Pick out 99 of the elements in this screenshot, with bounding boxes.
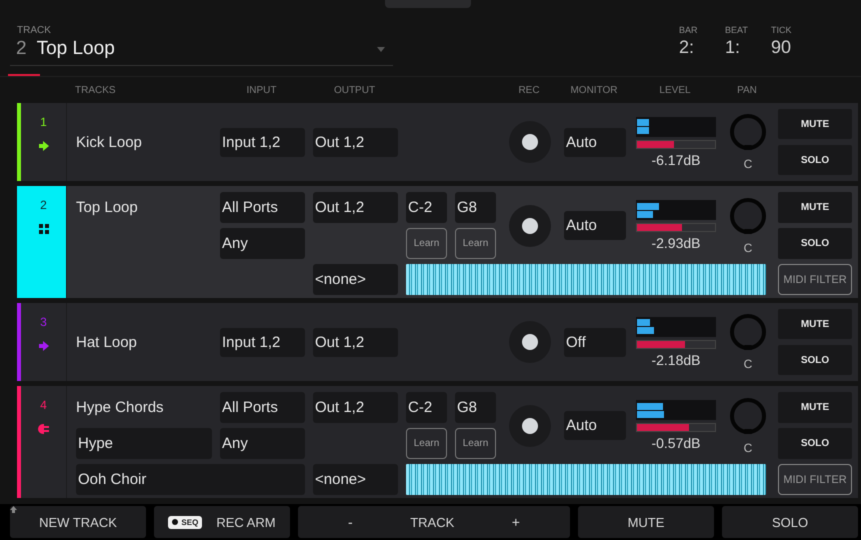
piano-keyboard-drawing[interactable] [406, 264, 766, 295]
grid-icon [38, 224, 48, 234]
solo-all-button[interactable]: SOLO [722, 506, 858, 538]
track-number: 2 [40, 198, 47, 212]
track-name: Hype Chords [76, 398, 165, 418]
volume-fader[interactable] [636, 340, 716, 348]
midi-filter-button[interactable]: MIDI FILTER [778, 264, 852, 295]
monitor-field[interactable]: Auto [564, 211, 626, 240]
column-header: OUTPUT [332, 84, 376, 96]
position-value: 90 [771, 37, 792, 58]
track-number: 4 [40, 398, 47, 412]
record-arm-button[interactable] [509, 321, 551, 363]
volume-fader[interactable] [636, 223, 716, 232]
record-arm-button[interactable] [509, 204, 551, 246]
pan-value: C [744, 357, 752, 371]
record-arm-button[interactable] [509, 404, 551, 446]
column-header: TRACKS [75, 84, 117, 96]
track-name: Kick Loop [76, 134, 143, 150]
track-number: 3 [40, 315, 47, 329]
monitor-field[interactable]: Off [564, 328, 626, 356]
input-field[interactable]: Input 1,2 [220, 328, 305, 356]
piano-keyboard-drawing[interactable] [406, 464, 766, 495]
pan-value: C [744, 240, 752, 254]
volume-fader[interactable] [636, 423, 716, 432]
solo-button[interactable]: SOLO [778, 345, 852, 375]
mute-button[interactable]: MUTE [778, 192, 852, 223]
learn-button[interactable]: Learn [455, 228, 496, 259]
input-field[interactable]: Input 1,2 [220, 128, 305, 156]
record-arm-button[interactable] [509, 121, 551, 163]
mute-all-button[interactable]: MUTE [578, 506, 714, 538]
pan-knob[interactable] [729, 196, 767, 234]
solo-button[interactable]: SOLO [778, 145, 852, 175]
position-label: BAR [679, 25, 698, 35]
track-dropdown[interactable]: 2 Top Loop [10, 36, 393, 66]
mute-button[interactable]: MUTE [778, 309, 852, 339]
level-reading: -2.18dB [651, 352, 701, 368]
arrow-icon [38, 141, 48, 151]
next-track-button[interactable]: + [462, 514, 570, 530]
position-value: 1: [725, 37, 740, 58]
caret-icon [377, 46, 385, 52]
learn-button[interactable]: Learn [406, 228, 447, 259]
track-number: 2 [16, 38, 27, 60]
pan-value: C [744, 440, 752, 454]
seq-label: SEQ [181, 518, 198, 526]
output-field[interactable]: Out 1,2 [313, 192, 398, 223]
position-value: 2: [679, 37, 694, 58]
preset-field[interactable]: Ooh Choir [76, 464, 305, 495]
track-selector-label: TRACK [410, 514, 454, 530]
input-field[interactable]: All Ports [220, 392, 305, 423]
previous-track-button[interactable]: - [298, 514, 403, 530]
column-header: INPUT [246, 84, 278, 96]
track-row[interactable]: 2 Top Loop All Ports Out 1,2 Any <none> C-2 G8 Learn Learn MIDI FILTER Auto -2.93dB C MUTE SOLO [17, 186, 858, 298]
pan-value: C [744, 157, 752, 171]
plugin-field[interactable]: Hype [76, 428, 212, 459]
channel-field[interactable]: Any [220, 428, 305, 459]
output-field[interactable]: Out 1,2 [313, 328, 398, 356]
rec-arm-button[interactable]: SEQ REC ARM [154, 506, 290, 538]
arrow-icon [38, 341, 48, 351]
track-name: Top Loop [76, 198, 139, 218]
output-field[interactable]: Out 1,2 [313, 128, 398, 156]
output-field[interactable]: Out 1,2 [313, 392, 398, 423]
track-name: Hat Loop [76, 334, 138, 350]
channel-field[interactable]: Any [220, 228, 305, 259]
learn-button[interactable]: Learn [455, 428, 496, 459]
track-number: 1 [40, 115, 47, 129]
track-label: TRACK [16, 25, 52, 36]
input-field[interactable]: All Ports [220, 192, 305, 223]
volume-fader[interactable] [636, 140, 716, 148]
high-note-field[interactable]: G8 [455, 392, 496, 423]
track-row[interactable]: 1 Kick Loop Input 1,2 Out 1,2 Auto -6.17dB C MUTE SOLO [17, 103, 858, 181]
plug-icon [38, 424, 49, 434]
high-note-field[interactable]: G8 [455, 192, 496, 223]
column-header: LEVEL [658, 84, 692, 96]
mute-button[interactable]: MUTE [778, 109, 852, 139]
mute-button[interactable]: MUTE [778, 392, 852, 423]
program-field[interactable]: <none> [313, 464, 398, 495]
dot-icon [172, 519, 178, 525]
level-reading: -0.57dB [651, 435, 701, 451]
low-note-field[interactable]: C-2 [406, 392, 447, 423]
column-header: MONITOR [569, 84, 619, 96]
track-row[interactable]: 4 Hype Chords All Ports Out 1,2 Hype Ooh Choir Any <none> C-2 G8 Learn Learn MIDI FILTER Auto -0.57dB C MUTE SOLO [17, 386, 858, 498]
solo-button[interactable]: SOLO [778, 228, 852, 259]
midi-filter-button[interactable]: MIDI FILTER [778, 464, 852, 495]
low-note-field[interactable]: C-2 [406, 192, 447, 223]
track-name: Top Loop [36, 38, 116, 60]
column-header: PAN [736, 84, 758, 96]
position-label: BEAT [725, 25, 748, 35]
learn-button[interactable]: Learn [406, 428, 447, 459]
position-label: TICK [771, 25, 792, 35]
new-track-button[interactable]: NEW TRACK [10, 506, 146, 538]
monitor-field[interactable]: Auto [564, 411, 626, 440]
monitor-field[interactable]: Auto [564, 128, 626, 156]
track-row[interactable]: 3 Hat Loop Input 1,2 Out 1,2 Off -2.18dB C MUTE SOLO [17, 303, 858, 381]
level-reading: -6.17dB [651, 152, 701, 168]
program-field[interactable]: <none> [313, 264, 398, 295]
solo-button[interactable]: SOLO [778, 428, 852, 459]
column-header: REC [517, 84, 541, 96]
level-reading: -2.93dB [651, 235, 701, 251]
corner-arrow-icon [10, 506, 17, 513]
